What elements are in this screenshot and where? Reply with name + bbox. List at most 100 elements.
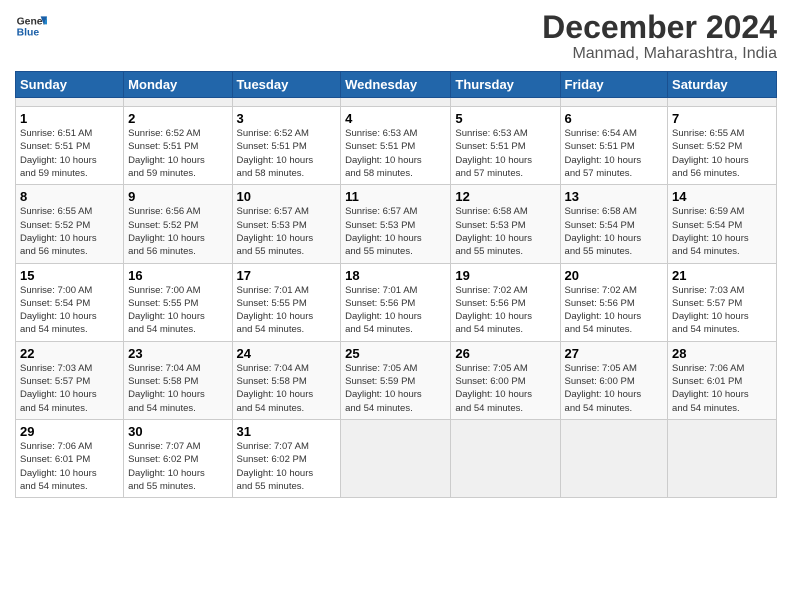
day-info: Sunrise: 6:51 AM Sunset: 5:51 PM Dayligh… (20, 127, 119, 180)
day-number: 6 (565, 111, 664, 126)
day-number: 15 (20, 268, 119, 283)
day-number: 28 (672, 346, 772, 361)
day-number: 1 (20, 111, 119, 126)
calendar-week-1: 1Sunrise: 6:51 AM Sunset: 5:51 PM Daylig… (16, 107, 777, 185)
day-number: 17 (237, 268, 337, 283)
day-info: Sunrise: 6:57 AM Sunset: 5:53 PM Dayligh… (345, 205, 446, 258)
day-number: 11 (345, 189, 446, 204)
day-info: Sunrise: 6:55 AM Sunset: 5:52 PM Dayligh… (672, 127, 772, 180)
calendar-cell: 22Sunrise: 7:03 AM Sunset: 5:57 PM Dayli… (16, 341, 124, 419)
month-title: December 2024 (542, 10, 777, 45)
day-info: Sunrise: 6:59 AM Sunset: 5:54 PM Dayligh… (672, 205, 772, 258)
day-info: Sunrise: 6:52 AM Sunset: 5:51 PM Dayligh… (128, 127, 227, 180)
day-number: 24 (237, 346, 337, 361)
day-number: 5 (455, 111, 555, 126)
day-number: 3 (237, 111, 337, 126)
day-info: Sunrise: 7:00 AM Sunset: 5:54 PM Dayligh… (20, 284, 119, 337)
day-info: Sunrise: 7:00 AM Sunset: 5:55 PM Dayligh… (128, 284, 227, 337)
calendar-cell (451, 98, 560, 107)
subtitle: Manmad, Maharashtra, India (542, 45, 777, 63)
col-friday: Friday (560, 72, 668, 98)
calendar-cell: 3Sunrise: 6:52 AM Sunset: 5:51 PM Daylig… (232, 107, 341, 185)
calendar-cell: 28Sunrise: 7:06 AM Sunset: 6:01 PM Dayli… (668, 341, 777, 419)
day-number: 20 (565, 268, 664, 283)
day-info: Sunrise: 6:53 AM Sunset: 5:51 PM Dayligh… (345, 127, 446, 180)
main-container: General Blue December 2024 Manmad, Mahar… (0, 0, 792, 508)
day-info: Sunrise: 7:03 AM Sunset: 5:57 PM Dayligh… (20, 362, 119, 415)
calendar-cell (560, 419, 668, 497)
day-number: 27 (565, 346, 664, 361)
col-monday: Monday (124, 72, 232, 98)
col-wednesday: Wednesday (341, 72, 451, 98)
day-info: Sunrise: 7:07 AM Sunset: 6:02 PM Dayligh… (237, 440, 337, 493)
col-saturday: Saturday (668, 72, 777, 98)
day-number: 7 (672, 111, 772, 126)
calendar-cell: 14Sunrise: 6:59 AM Sunset: 5:54 PM Dayli… (668, 185, 777, 263)
day-info: Sunrise: 7:04 AM Sunset: 5:58 PM Dayligh… (237, 362, 337, 415)
day-info: Sunrise: 7:07 AM Sunset: 6:02 PM Dayligh… (128, 440, 227, 493)
calendar-cell (124, 98, 232, 107)
calendar-cell (451, 419, 560, 497)
day-info: Sunrise: 7:05 AM Sunset: 6:00 PM Dayligh… (565, 362, 664, 415)
calendar-cell: 29Sunrise: 7:06 AM Sunset: 6:01 PM Dayli… (16, 419, 124, 497)
col-tuesday: Tuesday (232, 72, 341, 98)
calendar-cell: 12Sunrise: 6:58 AM Sunset: 5:53 PM Dayli… (451, 185, 560, 263)
calendar-cell: 4Sunrise: 6:53 AM Sunset: 5:51 PM Daylig… (341, 107, 451, 185)
day-info: Sunrise: 7:05 AM Sunset: 6:00 PM Dayligh… (455, 362, 555, 415)
day-info: Sunrise: 6:57 AM Sunset: 5:53 PM Dayligh… (237, 205, 337, 258)
calendar-cell: 11Sunrise: 6:57 AM Sunset: 5:53 PM Dayli… (341, 185, 451, 263)
logo-icon: General Blue (15, 10, 47, 42)
calendar-cell: 18Sunrise: 7:01 AM Sunset: 5:56 PM Dayli… (341, 263, 451, 341)
calendar-cell: 23Sunrise: 7:04 AM Sunset: 5:58 PM Dayli… (124, 341, 232, 419)
day-number: 21 (672, 268, 772, 283)
day-info: Sunrise: 6:58 AM Sunset: 5:54 PM Dayligh… (565, 205, 664, 258)
calendar-week-2: 8Sunrise: 6:55 AM Sunset: 5:52 PM Daylig… (16, 185, 777, 263)
calendar-cell (16, 98, 124, 107)
calendar-cell: 13Sunrise: 6:58 AM Sunset: 5:54 PM Dayli… (560, 185, 668, 263)
day-number: 29 (20, 424, 119, 439)
day-info: Sunrise: 7:03 AM Sunset: 5:57 PM Dayligh… (672, 284, 772, 337)
calendar-cell: 15Sunrise: 7:00 AM Sunset: 5:54 PM Dayli… (16, 263, 124, 341)
calendar-week-4: 22Sunrise: 7:03 AM Sunset: 5:57 PM Dayli… (16, 341, 777, 419)
calendar-cell: 16Sunrise: 7:00 AM Sunset: 5:55 PM Dayli… (124, 263, 232, 341)
calendar-cell (341, 419, 451, 497)
calendar-cell: 21Sunrise: 7:03 AM Sunset: 5:57 PM Dayli… (668, 263, 777, 341)
calendar-week-3: 15Sunrise: 7:00 AM Sunset: 5:54 PM Dayli… (16, 263, 777, 341)
header-row: Sunday Monday Tuesday Wednesday Thursday… (16, 72, 777, 98)
calendar-cell (560, 98, 668, 107)
day-number: 18 (345, 268, 446, 283)
calendar-cell (341, 98, 451, 107)
day-info: Sunrise: 6:53 AM Sunset: 5:51 PM Dayligh… (455, 127, 555, 180)
calendar-cell: 27Sunrise: 7:05 AM Sunset: 6:00 PM Dayli… (560, 341, 668, 419)
day-number: 2 (128, 111, 227, 126)
day-number: 14 (672, 189, 772, 204)
calendar-cell: 2Sunrise: 6:52 AM Sunset: 5:51 PM Daylig… (124, 107, 232, 185)
calendar-cell: 9Sunrise: 6:56 AM Sunset: 5:52 PM Daylig… (124, 185, 232, 263)
calendar-cell (232, 98, 341, 107)
day-info: Sunrise: 7:01 AM Sunset: 5:56 PM Dayligh… (345, 284, 446, 337)
day-info: Sunrise: 7:01 AM Sunset: 5:55 PM Dayligh… (237, 284, 337, 337)
day-number: 12 (455, 189, 555, 204)
day-info: Sunrise: 7:05 AM Sunset: 5:59 PM Dayligh… (345, 362, 446, 415)
calendar-cell: 17Sunrise: 7:01 AM Sunset: 5:55 PM Dayli… (232, 263, 341, 341)
calendar-cell: 30Sunrise: 7:07 AM Sunset: 6:02 PM Dayli… (124, 419, 232, 497)
day-info: Sunrise: 6:55 AM Sunset: 5:52 PM Dayligh… (20, 205, 119, 258)
day-number: 4 (345, 111, 446, 126)
day-info: Sunrise: 7:06 AM Sunset: 6:01 PM Dayligh… (20, 440, 119, 493)
day-number: 10 (237, 189, 337, 204)
calendar-cell: 25Sunrise: 7:05 AM Sunset: 5:59 PM Dayli… (341, 341, 451, 419)
title-block: December 2024 Manmad, Maharashtra, India (542, 10, 777, 63)
calendar-cell: 19Sunrise: 7:02 AM Sunset: 5:56 PM Dayli… (451, 263, 560, 341)
calendar-cell: 24Sunrise: 7:04 AM Sunset: 5:58 PM Dayli… (232, 341, 341, 419)
day-info: Sunrise: 6:52 AM Sunset: 5:51 PM Dayligh… (237, 127, 337, 180)
day-number: 9 (128, 189, 227, 204)
logo: General Blue (15, 10, 47, 42)
day-info: Sunrise: 7:06 AM Sunset: 6:01 PM Dayligh… (672, 362, 772, 415)
day-number: 8 (20, 189, 119, 204)
day-info: Sunrise: 7:02 AM Sunset: 5:56 PM Dayligh… (455, 284, 555, 337)
day-number: 16 (128, 268, 227, 283)
calendar-cell: 5Sunrise: 6:53 AM Sunset: 5:51 PM Daylig… (451, 107, 560, 185)
day-number: 13 (565, 189, 664, 204)
day-number: 22 (20, 346, 119, 361)
calendar-cell: 20Sunrise: 7:02 AM Sunset: 5:56 PM Dayli… (560, 263, 668, 341)
